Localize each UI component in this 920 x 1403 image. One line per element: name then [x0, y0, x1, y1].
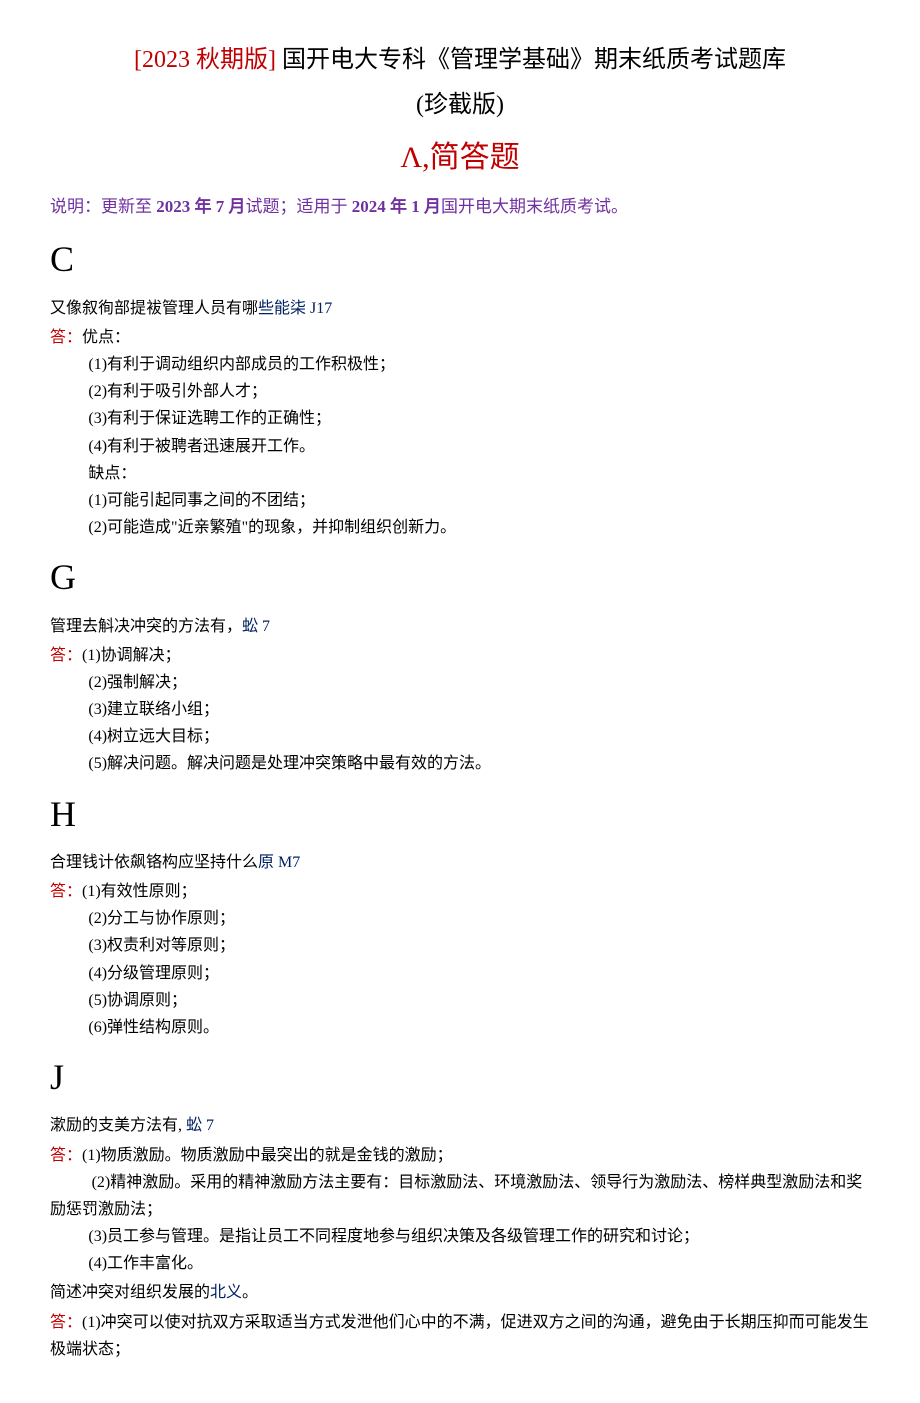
question-j2-suffix: 。 — [242, 1284, 258, 1301]
answer-j2-1: 答：(1)冲突可以使对抗双方采取适当方式发泄他们心中的不满，促进双方之间的沟通，… — [50, 1309, 870, 1363]
answer-h-item-2: (2)分工与协作原则； — [50, 905, 870, 932]
instructions-date1: 2023 年 7 月 — [156, 197, 245, 216]
section-letter-j: J — [50, 1047, 870, 1108]
section-letter-c: C — [50, 229, 870, 290]
answer-h-item-6: (6)弹性结构原则。 — [50, 1014, 870, 1041]
answer-c-dis-1: (1)可能引起同事之间的不团结； — [50, 487, 870, 514]
question-j2-link: 北义 — [210, 1284, 242, 1301]
answer-g-item-5: (5)解决问题。解决问题是处理冲突策略中最有效的方法。 — [50, 750, 870, 777]
instructions-prefix: 说明：更新至 — [50, 197, 156, 216]
page-title-line1: [2023 秋期版] 国开电大专科《管理学基础》期末纸质考试题库 — [50, 40, 870, 81]
answer-j1-item-3: (3)员工参与管理。是指让员工不同程度地参与组织决策及各级管理工作的研究和讨论； — [50, 1223, 870, 1250]
section-letter-h: H — [50, 784, 870, 845]
answer-j1-item-1: (1)物质激励。物质激励中最突出的就是金钱的激励； — [82, 1147, 453, 1164]
answer-j2-item-1: (1)冲突可以使对抗双方采取适当方式发泄他们心中的不满，促进双方之间的沟通，避免… — [50, 1314, 869, 1358]
answer-g-item-2: (2)强制解决； — [50, 669, 870, 696]
question-j1: 漱励的支美方法有, 蚣 7 — [50, 1112, 870, 1139]
answer-c-header: 答：优点： — [50, 324, 870, 351]
question-g: 管理去斛决冲突的方法有，蚣 7 — [50, 613, 870, 640]
question-c: 又像叙徇部提袚管理人员有哪些能柒 J17 — [50, 295, 870, 322]
answer-c-adv-1: (1)有利于调动组织内部成员的工作积极性； — [50, 351, 870, 378]
answer-c-adv-2: (2)有利于吸引外部人才； — [50, 378, 870, 405]
question-h-text: 合理钱计依飙铬构应坚持什么 — [50, 854, 258, 871]
question-g-link: 蚣 7 — [242, 618, 270, 635]
answer-h-item-3: (3)权责利对等原则； — [50, 932, 870, 959]
disadvantage-label: 缺点： — [50, 460, 870, 487]
answer-j1-item-4: (4)工作丰富化。 — [50, 1250, 870, 1277]
question-j1-link: 蚣 7 — [182, 1117, 214, 1134]
answer-g-1: 答：(1)协调解决； — [50, 642, 870, 669]
instructions: 说明：更新至 2023 年 7 月试题；适用于 2024 年 1 月国开电大期末… — [50, 193, 870, 222]
answer-c-dis-2: (2)可能造成"近亲繁殖"的现象，并抑制组织创新力。 — [50, 514, 870, 541]
answer-c-adv-4: (4)有利于被聘者迅速展开工作。 — [50, 433, 870, 460]
answer-g-item-4: (4)树立远大目标； — [50, 723, 870, 750]
page-title-line2: (珍截版) — [50, 85, 870, 126]
answer-h-item-5: (5)协调原则； — [50, 987, 870, 1014]
answer-g-item-1: (1)协调解决； — [82, 647, 181, 664]
answer-g-item-3: (3)建立联络小组； — [50, 696, 870, 723]
instructions-mid: 试题；适用于 — [246, 197, 352, 216]
instructions-date2: 2024 年 1 月 — [352, 197, 441, 216]
section-heading: Λ,简答题 — [50, 132, 870, 183]
answer-h-1: 答：(1)有效性原则； — [50, 878, 870, 905]
section-letter-g: G — [50, 547, 870, 608]
question-g-text: 管理去斛决冲突的方法有， — [50, 618, 242, 635]
title-version: [2023 秋期版] — [134, 47, 276, 73]
question-c-text: 又像叙徇部提袚管理人员有哪 — [50, 300, 258, 317]
title-main: 国开电大专科《管理学基础》期末纸质考试题库 — [282, 47, 786, 73]
answer-j1-item-2: (2)精神激励。采用的精神激励方法主要有：目标激励法、环境激励法、领导行为激励法… — [50, 1169, 870, 1223]
answer-h-item-4: (4)分级管理原则； — [50, 960, 870, 987]
advantage-label: 优点： — [82, 329, 130, 346]
answer-label: 答： — [50, 647, 82, 664]
question-j2: 简述冲突对组织发展的北义。 — [50, 1279, 870, 1306]
instructions-suffix: 国开电大期末纸质考试。 — [441, 197, 628, 216]
answer-label: 答： — [50, 883, 82, 900]
question-j1-text: 漱励的支美方法有, — [50, 1117, 182, 1134]
answer-j1-1: 答：(1)物质激励。物质激励中最突出的就是金钱的激励； — [50, 1142, 870, 1169]
question-c-link: 些能柒 J17 — [258, 300, 332, 317]
question-h: 合理钱计依飙铬构应坚持什么原 M7 — [50, 849, 870, 876]
answer-label: 答： — [50, 329, 82, 346]
answer-label: 答： — [50, 1147, 82, 1164]
answer-label: 答： — [50, 1314, 82, 1331]
answer-h-item-1: (1)有效性原则； — [82, 883, 197, 900]
question-j2-text: 简述冲突对组织发展的 — [50, 1284, 210, 1301]
answer-c-adv-3: (3)有利于保证选聘工作的正确性； — [50, 405, 870, 432]
question-h-link: 原 M7 — [258, 854, 300, 871]
